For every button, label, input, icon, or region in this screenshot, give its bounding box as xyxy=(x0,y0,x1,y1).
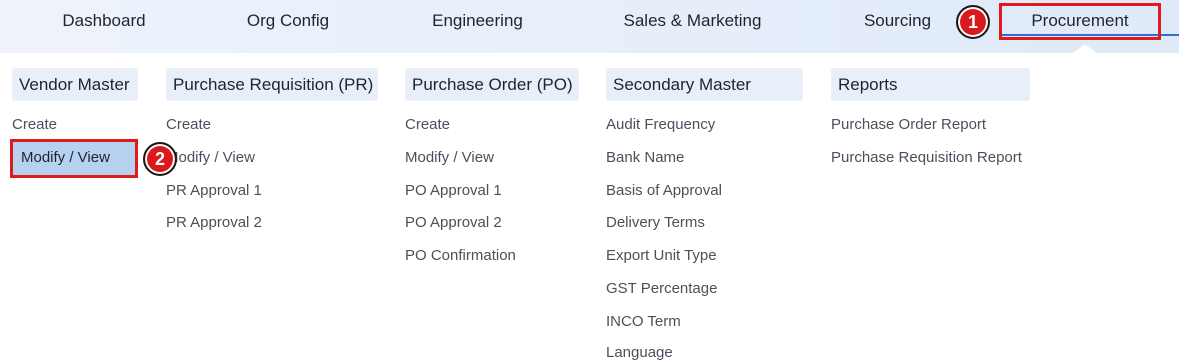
menu-item-bank-name[interactable]: Bank Name xyxy=(606,147,684,169)
step-badge-2: 2 xyxy=(143,142,177,176)
nav-dashboard[interactable]: Dashboard xyxy=(44,0,164,42)
menu-item-delivery-terms[interactable]: Delivery Terms xyxy=(606,212,705,234)
nav-org-config[interactable]: Org Config xyxy=(228,0,348,42)
menu-item-gst-percentage[interactable]: GST Percentage xyxy=(606,278,717,300)
menu-item-export-unit-type[interactable]: Export Unit Type xyxy=(606,245,717,267)
menu-item-purchase-requisition-report[interactable]: Purchase Requisition Report xyxy=(831,147,1022,169)
column-header-purchase-requisition: Purchase Requisition (PR) xyxy=(166,68,378,101)
menu-item-pr-create[interactable]: Create xyxy=(166,114,211,136)
menu-item-language[interactable]: Language xyxy=(606,342,673,364)
step-badge-1: 1 xyxy=(956,5,990,39)
menu-item-po-approval-2[interactable]: PO Approval 2 xyxy=(405,212,502,234)
column-header-vendor-master: Vendor Master xyxy=(12,68,138,101)
menu-item-pr-approval-2[interactable]: PR Approval 2 xyxy=(166,212,262,234)
nav-engineering[interactable]: Engineering xyxy=(415,0,540,42)
menu-item-purchase-order-report[interactable]: Purchase Order Report xyxy=(831,114,986,136)
nav-sourcing[interactable]: Sourcing xyxy=(850,0,945,42)
menu-item-pr-modify-view[interactable]: Modify / View xyxy=(166,147,255,169)
menu-item-po-modify-view[interactable]: Modify / View xyxy=(405,147,494,169)
column-header-reports: Reports xyxy=(831,68,1030,101)
column-header-secondary-master: Secondary Master xyxy=(606,68,803,101)
menu-item-audit-frequency[interactable]: Audit Frequency xyxy=(606,114,715,136)
menu-item-inco-term[interactable]: INCO Term xyxy=(606,311,681,333)
nav-sales-marketing[interactable]: Sales & Marketing xyxy=(610,0,775,42)
dropdown-caret xyxy=(1072,44,1098,54)
menu-item-po-create[interactable]: Create xyxy=(405,114,450,136)
modify-view-highlight-box xyxy=(10,139,138,178)
menu-item-basis-of-approval[interactable]: Basis of Approval xyxy=(606,180,722,202)
procurement-highlight-box xyxy=(999,3,1161,40)
menu-item-po-approval-1[interactable]: PO Approval 1 xyxy=(405,180,502,202)
menu-item-pr-approval-1[interactable]: PR Approval 1 xyxy=(166,180,262,202)
menu-item-po-confirmation[interactable]: PO Confirmation xyxy=(405,245,516,267)
menu-item-vendor-create[interactable]: Create xyxy=(12,114,57,136)
column-header-purchase-order: Purchase Order (PO) xyxy=(405,68,579,101)
